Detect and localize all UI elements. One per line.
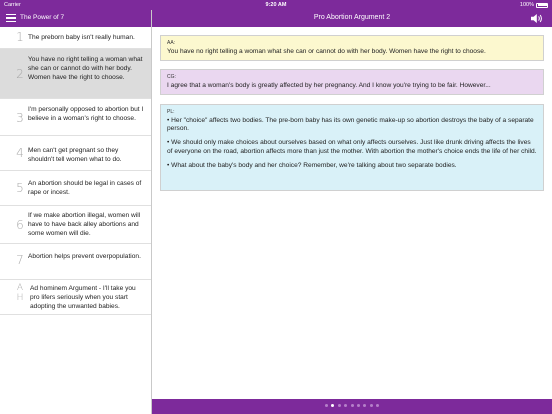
sidebar-navbar: The Power of 7 xyxy=(0,10,151,27)
status-time: 9:20 AM xyxy=(265,2,287,8)
list-item-4[interactable]: 4 Men can't get pregnant so they shouldn… xyxy=(0,136,151,171)
list-item-number: 7 xyxy=(16,253,24,267)
status-bar: Carrier 9:20 AM 100% xyxy=(0,0,552,10)
list-item-text: I'm personally opposed to abortion but I… xyxy=(28,106,144,122)
list-item-1[interactable]: 1 The preborn baby isn't really human. xyxy=(0,27,151,49)
page-title: Pro Abortion Argument 2 xyxy=(313,14,391,21)
dialogue-text: You have no right telling a woman what s… xyxy=(167,47,486,55)
dialogue-bullet: • What about the baby's body and her cho… xyxy=(167,161,457,169)
list-item-text: Abortion helps prevent overpopulation. xyxy=(28,253,141,260)
list-item-number: 4 xyxy=(16,146,24,160)
list-item-3[interactable]: 3 I'm personally opposed to abortion but… xyxy=(0,99,151,136)
list-item-text: The preborn baby isn't really human. xyxy=(28,34,135,41)
dialogue-text: I agree that a woman's body is greatly a… xyxy=(167,81,491,89)
dialogue-bullet: • We should only make choices about ours… xyxy=(167,139,537,155)
speaker-icon[interactable] xyxy=(530,13,544,24)
sidebar-title: The Power of 7 xyxy=(20,14,65,21)
page-dot[interactable] xyxy=(337,404,341,407)
dialogue-bullet: • Her "choice" affects two bodies. The p… xyxy=(167,116,534,133)
page-dot[interactable] xyxy=(324,404,328,407)
list-item-2[interactable]: 2 You have no right telling a woman what… xyxy=(0,49,151,99)
speaker-label: CG: xyxy=(167,74,176,80)
argument-detail: AA: You have no right telling a woman wh… xyxy=(152,27,552,399)
list-item-number: 1 xyxy=(16,30,24,44)
battery-icon xyxy=(536,2,548,8)
page-dot[interactable] xyxy=(356,404,360,407)
list-item-number: 3 xyxy=(16,111,24,125)
main-navbar: Pro Abortion Argument 2 xyxy=(152,10,552,27)
list-item-text: If we make abortion illegal, women will … xyxy=(28,212,141,237)
page-dot[interactable] xyxy=(344,404,348,407)
list-item-number: A H xyxy=(16,283,24,303)
speaker-label: AA: xyxy=(167,40,176,46)
battery-indicator: 100% xyxy=(520,2,548,8)
list-item-number: 6 xyxy=(16,218,24,232)
dialogue-card-cg: CG: I agree that a woman's body is great… xyxy=(160,69,544,95)
hamburger-menu-icon[interactable] xyxy=(6,14,16,22)
speaker-label: PL: xyxy=(167,109,175,115)
battery-percent: 100% xyxy=(519,2,534,8)
list-item-5[interactable]: 5 An abortion should be legal in cases o… xyxy=(0,171,151,206)
dialogue-card-pl: PL: • Her "choice" affects two bodies. T… xyxy=(160,104,544,191)
page-dot[interactable] xyxy=(350,404,354,407)
list-item-ah[interactable]: A H Ad hominem Argument - I'll take you … xyxy=(0,280,151,315)
page-dot[interactable] xyxy=(331,404,335,407)
list-item-text: Men can't get pregnant so they shouldn't… xyxy=(28,147,122,163)
list-item-number: 2 xyxy=(16,67,24,81)
page-dot[interactable] xyxy=(376,404,380,407)
sidebar-footer xyxy=(0,399,151,414)
page-control-bar xyxy=(152,399,552,414)
list-item-6[interactable]: 6 If we make abortion illegal, women wil… xyxy=(0,206,151,244)
list-item-text: Ad hominem Argument - I'll take you pro … xyxy=(30,285,136,310)
page-dot[interactable] xyxy=(369,404,373,407)
list-item-7[interactable]: 7 Abortion helps prevent overpopulation. xyxy=(0,244,151,280)
list-item-number: 5 xyxy=(16,181,24,195)
argument-list: 1 The preborn baby isn't really human. 2… xyxy=(0,27,151,399)
dialogue-card-aa: AA: You have no right telling a woman wh… xyxy=(160,35,544,61)
page-indicator[interactable] xyxy=(152,404,552,407)
list-item-text: An abortion should be legal in cases of … xyxy=(28,180,142,196)
list-item-text: You have no right telling a woman what s… xyxy=(28,56,143,81)
page-dot[interactable] xyxy=(363,404,367,407)
